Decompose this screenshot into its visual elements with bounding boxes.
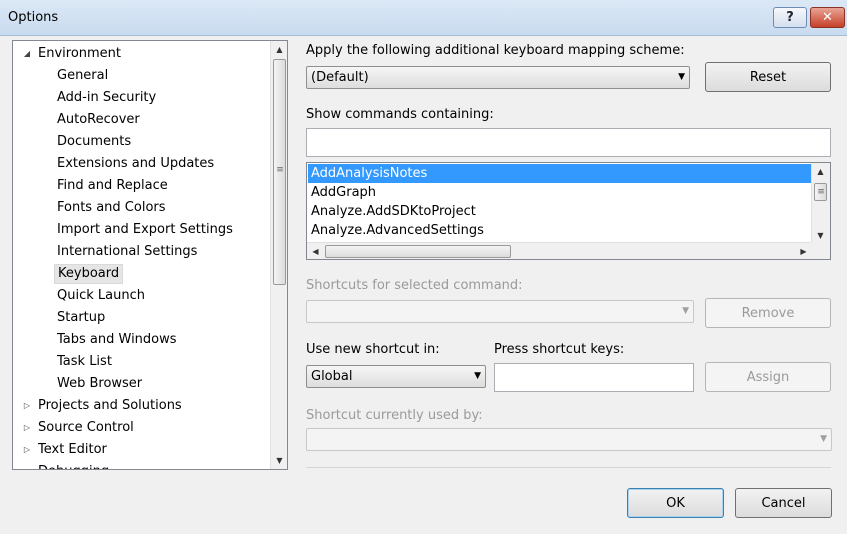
help-button[interactable]: ? bbox=[773, 7, 807, 28]
command-list-item[interactable]: Analyze.AddSDKtoProject bbox=[308, 202, 812, 221]
commands-list[interactable]: AddAnalysisNotes AddGraph Analyze.AddSDKto… bbox=[306, 162, 831, 260]
mapping-scheme-value: (Default) bbox=[311, 70, 369, 85]
used-by-label: Shortcut currently used by: bbox=[306, 408, 483, 423]
command-list-item[interactable]: Analyze.AdvancedSettings bbox=[308, 221, 812, 240]
commands-vertical-scrollbar[interactable]: ▲ ≡ ▼ bbox=[811, 163, 830, 244]
tree-vertical-scrollbar[interactable]: ▲ ≡ ▼ bbox=[270, 41, 287, 469]
shortcuts-dropdown[interactable]: ▼ bbox=[306, 300, 694, 323]
tree-item[interactable]: Add-in Security bbox=[54, 88, 159, 108]
shortcuts-label: Shortcuts for selected command: bbox=[306, 278, 523, 293]
scroll-up-icon[interactable]: ▲ bbox=[271, 41, 287, 58]
dropdown-arrow-icon: ▼ bbox=[820, 434, 827, 444]
title-bar: Options ? ✕ bbox=[0, 0, 847, 36]
scrollbar-corner bbox=[811, 242, 830, 259]
separator bbox=[306, 467, 831, 468]
help-icon: ? bbox=[786, 10, 794, 25]
shortcut-keys-input[interactable] bbox=[494, 363, 694, 392]
tree-item[interactable]: Debugging bbox=[35, 462, 112, 469]
tree-item[interactable]: Web Browser bbox=[54, 374, 145, 394]
tree-item[interactable]: Keyboard bbox=[54, 264, 124, 284]
tree-item[interactable]: Extensions and Updates bbox=[54, 154, 217, 174]
scroll-up-icon[interactable]: ▲ bbox=[812, 163, 829, 180]
mapping-scheme-label: Apply the following additional keyboard … bbox=[306, 43, 685, 58]
show-commands-label: Show commands containing: bbox=[306, 107, 494, 122]
press-keys-label: Press shortcut keys: bbox=[494, 342, 625, 357]
cancel-button[interactable]: Cancel bbox=[735, 488, 832, 518]
tree-item[interactable]: Projects and Solutions bbox=[35, 396, 185, 416]
collapsed-arrow-icon[interactable]: ▷ bbox=[22, 401, 32, 411]
dropdown-arrow-icon: ▼ bbox=[474, 371, 481, 381]
scroll-thumb[interactable]: ≡ bbox=[273, 59, 286, 285]
scroll-thumb[interactable]: ≡ bbox=[814, 183, 827, 201]
expanded-arrow-icon[interactable]: ◢ bbox=[22, 49, 32, 59]
use-shortcut-in-dropdown[interactable]: Global ▼ bbox=[306, 365, 486, 388]
tree-item[interactable]: Documents bbox=[54, 132, 134, 152]
grip-icon: ≡ bbox=[817, 187, 825, 197]
collapsed-arrow-icon[interactable]: ▷ bbox=[22, 423, 32, 433]
used-by-dropdown[interactable]: ▼ bbox=[306, 428, 832, 451]
options-tree[interactable]: Environment ◢ General Add-in Security AutoRe… bbox=[12, 40, 288, 470]
close-icon: ✕ bbox=[822, 10, 833, 25]
reset-button[interactable]: Reset bbox=[705, 62, 831, 92]
collapsed-arrow-icon[interactable]: ▷ bbox=[22, 445, 32, 455]
tree-item[interactable]: International Settings bbox=[54, 242, 200, 262]
close-button[interactable]: ✕ bbox=[810, 7, 845, 28]
grip-icon: ≡ bbox=[276, 165, 284, 175]
scroll-thumb[interactable] bbox=[325, 245, 511, 258]
tree-item[interactable]: Task List bbox=[54, 352, 115, 372]
tree-item[interactable]: Environment bbox=[35, 44, 124, 64]
tree-item[interactable]: Tabs and Windows bbox=[54, 330, 180, 350]
tree-item[interactable]: Startup bbox=[54, 308, 108, 328]
dropdown-arrow-icon: ▼ bbox=[682, 306, 689, 316]
tree-item[interactable]: Fonts and Colors bbox=[54, 198, 169, 218]
collapsed-arrow-icon[interactable]: ▷ bbox=[22, 467, 32, 469]
commands-search-input[interactable] bbox=[306, 128, 831, 157]
ok-button[interactable]: OK bbox=[627, 488, 724, 518]
scroll-down-icon[interactable]: ▼ bbox=[271, 452, 287, 469]
dropdown-arrow-icon: ▼ bbox=[678, 72, 685, 82]
tree-item[interactable]: General bbox=[54, 66, 111, 86]
command-list-item[interactable]: AddAnalysisNotes bbox=[308, 164, 812, 183]
tree-item[interactable]: Quick Launch bbox=[54, 286, 148, 306]
command-list-item[interactable]: AddGraph bbox=[308, 183, 812, 202]
commands-horizontal-scrollbar[interactable]: ◀ ▶ bbox=[307, 242, 812, 259]
window-title: Options bbox=[8, 10, 59, 25]
use-shortcut-in-value: Global bbox=[311, 369, 353, 384]
tree-item[interactable]: AutoRecover bbox=[54, 110, 143, 130]
scroll-left-icon[interactable]: ◀ bbox=[307, 243, 324, 259]
use-shortcut-in-label: Use new shortcut in: bbox=[306, 342, 440, 357]
remove-button[interactable]: Remove bbox=[705, 298, 831, 328]
mapping-scheme-dropdown[interactable]: (Default) ▼ bbox=[306, 66, 690, 89]
tree-item[interactable]: Source Control bbox=[35, 418, 137, 438]
scroll-right-icon[interactable]: ▶ bbox=[795, 243, 812, 259]
tree-item[interactable]: Find and Replace bbox=[54, 176, 171, 196]
tree-item[interactable]: Import and Export Settings bbox=[54, 220, 236, 240]
tree-item[interactable]: Text Editor bbox=[35, 440, 110, 460]
assign-button[interactable]: Assign bbox=[705, 362, 831, 392]
